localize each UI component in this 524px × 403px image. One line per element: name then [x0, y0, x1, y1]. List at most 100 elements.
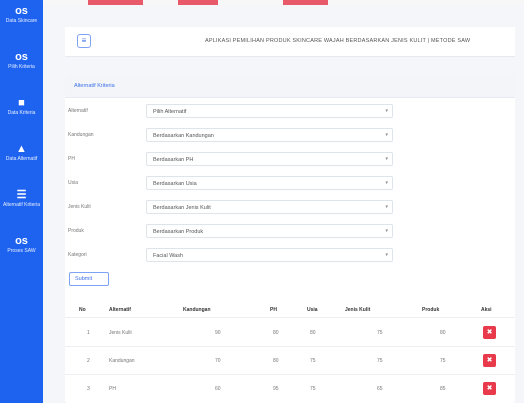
form-row-usia: Usia Berdasarkan Usia ▾ — [65, 176, 515, 190]
close-icon: ✖ — [486, 357, 493, 364]
cell-usia: 75 — [310, 386, 316, 392]
sidebar-item-data-skincare[interactable]: os Data Skincare — [0, 0, 43, 46]
chevron-down-icon: ▾ — [385, 228, 388, 234]
sidebar-item-label: Pilih Kriteria — [8, 64, 35, 70]
cell-kandungan: 70 — [215, 358, 221, 364]
field-label: PH — [68, 156, 75, 162]
cell-no: 1 — [87, 330, 90, 336]
sidebar-item-label: Data Alternatif — [5, 156, 38, 162]
cell-kandungan: 90 — [215, 330, 221, 336]
form-row-jenis-kulit: Jenis Kulit Berdasarkan Jenis Kulit ▾ — [65, 200, 515, 214]
column-header-jenis-kulit[interactable]: Jenis Kulit — [345, 307, 370, 313]
sidebar-item-label: Data Kriteria — [7, 110, 36, 116]
chevron-down-icon: ▾ — [385, 180, 388, 186]
kandungan-select[interactable]: Berdasarkan Kandungan ▾ — [146, 128, 393, 142]
sidebar-item-pilih-kriteria[interactable]: os Pilih Kriteria — [0, 46, 43, 92]
field-label: Kategori — [68, 252, 87, 258]
cell-alternatif: Kandungan — [109, 358, 135, 364]
cell-ph: 80 — [273, 358, 279, 364]
column-header-no[interactable]: No — [79, 307, 86, 313]
select-value: Berdasarkan Usia — [153, 181, 197, 187]
field-label: Jenis Kulit — [68, 204, 91, 210]
sidebar-item-proses-saw[interactable]: os Proses SAW — [0, 230, 43, 276]
table-divider — [65, 374, 515, 375]
cell-no: 2 — [87, 358, 90, 364]
app-title: APLIKASI PEMILIHAN PRODUK SKINCARE WAJAH… — [205, 38, 471, 44]
gears-icon: os — [15, 51, 28, 63]
hamburger-icon: ≡ — [81, 36, 87, 45]
close-icon: ✖ — [486, 385, 493, 392]
cell-usia: 75 — [310, 358, 316, 364]
cell-jenis-kulit: 65 — [377, 386, 383, 392]
select-value: Berdasarkan Produk — [153, 229, 204, 235]
chevron-down-icon: ▾ — [385, 156, 388, 162]
produk-select[interactable]: Berdasarkan Produk ▾ — [146, 224, 393, 238]
form-row-kategori: Kategori Facial Wash ▾ — [65, 248, 515, 262]
delete-button[interactable]: ✖ — [483, 382, 496, 395]
cell-jenis-kulit: 75 — [377, 330, 383, 336]
card-header: Alternatif Kriteria — [65, 74, 515, 98]
chevron-down-icon: ▾ — [385, 204, 388, 210]
chevron-down-icon: ▾ — [385, 252, 388, 258]
cell-jenis-kulit: 75 — [377, 358, 383, 364]
select-value: Berdasarkan Kandungan — [153, 133, 214, 139]
cell-produk: 80 — [440, 330, 446, 336]
cell-ph: 95 — [273, 386, 279, 392]
form-row-kandungan: Kandungan Berdasarkan Kandungan ▾ — [65, 128, 515, 142]
cell-alternatif: Jenis Kulit — [109, 330, 132, 336]
chevron-down-icon: ▾ — [385, 132, 388, 138]
submit-label: Submit — [75, 276, 93, 282]
column-header-produk[interactable]: Produk — [422, 307, 439, 313]
table-divider — [65, 317, 515, 318]
cell-produk: 75 — [440, 358, 446, 364]
cell-ph: 80 — [273, 330, 279, 336]
sidebar-item-data-alternatif[interactable]: ▲ Data Alternatif — [0, 138, 43, 184]
cell-alternatif: PH — [109, 386, 116, 392]
form-row-alternatif: Alternatif Pilih Alternatif ▾ — [65, 104, 515, 118]
user-icon: ▲ — [16, 143, 27, 155]
field-label: Kandungan — [68, 132, 94, 138]
top-accent-bar — [43, 0, 524, 5]
alternatif-kriteria-card: Alternatif Kriteria Alternatif Pilih Alt… — [65, 74, 515, 403]
cell-usia: 80 — [310, 330, 316, 336]
card-title: Alternatif Kriteria — [74, 83, 115, 89]
usia-select[interactable]: Berdasarkan Usia ▾ — [146, 176, 393, 190]
sidebar-item-label: Proses SAW — [7, 248, 36, 254]
select-value: Berdasarkan PH — [153, 157, 194, 163]
book-icon: ■ — [18, 97, 25, 109]
sidebar: os Data Skincare os Pilih Kriteria ■ Dat… — [0, 0, 43, 403]
gears-icon: os — [15, 235, 28, 247]
table-divider — [65, 346, 515, 347]
delete-button[interactable]: ✖ — [483, 326, 496, 339]
submit-button[interactable]: Submit — [69, 272, 109, 286]
chevron-down-icon: ▾ — [385, 108, 388, 114]
sidebar-item-alternatif-kriteria[interactable]: ☰ Alternatif Kriteria — [0, 184, 43, 230]
ph-select[interactable]: Berdasarkan PH ▾ — [146, 152, 393, 166]
delete-button[interactable]: ✖ — [483, 354, 496, 367]
kategori-select[interactable]: Facial Wash ▾ — [146, 248, 393, 262]
field-label: Usia — [68, 180, 79, 186]
jenis-kulit-select[interactable]: Berdasarkan Jenis Kulit ▾ — [146, 200, 393, 214]
select-value: Facial Wash — [153, 253, 184, 259]
form-row-produk: Produk Berdasarkan Produk ▾ — [65, 224, 515, 238]
column-header-aksi: Aksi — [481, 307, 492, 313]
column-header-ph[interactable]: PH — [270, 307, 277, 313]
sidebar-item-data-kriteria[interactable]: ■ Data Kriteria — [0, 92, 43, 138]
close-icon: ✖ — [486, 329, 493, 336]
sidebar-item-label: Alternatif Kriteria — [3, 202, 40, 208]
field-label: Alternatif — [68, 108, 88, 114]
sidebar-item-label: Data Skincare — [5, 18, 38, 24]
column-header-usia[interactable]: Usia — [307, 307, 318, 313]
cell-no: 3 — [87, 386, 90, 392]
top-header: ≡ APLIKASI PEMILIHAN PRODUK SKINCARE WAJ… — [65, 27, 515, 57]
field-label: Produk — [68, 228, 84, 234]
column-header-alternatif[interactable]: Alternatif — [109, 307, 131, 313]
cell-produk: 85 — [440, 386, 446, 392]
cell-kandungan: 60 — [215, 386, 221, 392]
menu-toggle-button[interactable]: ≡ — [77, 34, 91, 48]
select-value: Berdasarkan Jenis Kulit — [153, 205, 211, 211]
gears-icon: os — [15, 5, 28, 17]
column-header-kandungan[interactable]: Kandungan — [183, 307, 211, 313]
alternatif-select[interactable]: Pilih Alternatif ▾ — [146, 104, 393, 118]
list-icon: ☰ — [16, 189, 27, 201]
